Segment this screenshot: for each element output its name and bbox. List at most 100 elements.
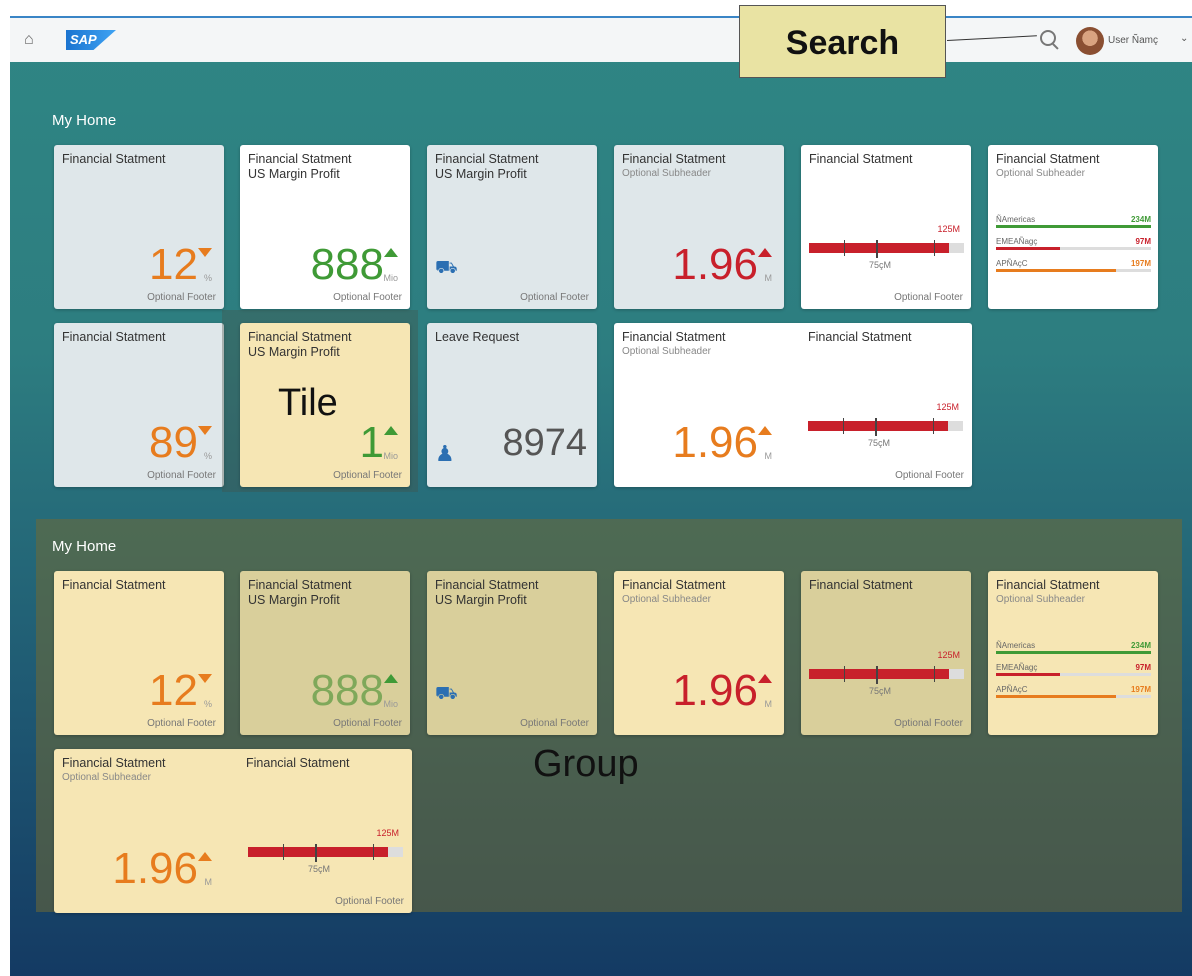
group-annotation: Group: [533, 743, 639, 785]
comparison-label: ÑAmericas: [996, 215, 1036, 224]
kpi-unit: Mio: [383, 451, 398, 461]
comparison-bar: [996, 225, 1151, 228]
tile-footer: Optional Footer: [147, 718, 216, 729]
home-icon[interactable]: ⌂: [24, 32, 40, 48]
bullet-bar: [808, 421, 948, 431]
comparison-row: APÑAçC 197M: [996, 685, 1151, 705]
bullet-marker: [876, 666, 878, 684]
tile-financial-g2-wide[interactable]: Financial Statment Optional Subheader Fi…: [54, 749, 412, 913]
tile-footer: Optional Footer: [520, 292, 589, 303]
bullet-chart: 125M 75çM: [809, 224, 964, 270]
kpi-value: 8974: [502, 422, 587, 464]
tile-header: Financial Statment: [809, 578, 913, 592]
tile-subheader: US Margin Profit: [248, 167, 340, 181]
bullet-chart: 125M 75çM: [248, 828, 403, 874]
sap-logo[interactable]: SAP: [66, 30, 116, 50]
bullet-actual-label: 75çM: [869, 686, 892, 696]
comparison-value: 97M: [1135, 237, 1151, 246]
bullet-actual-label: 75çM: [308, 864, 331, 874]
tile-financial-4[interactable]: Financial Statment Optional Subheader 1.…: [614, 145, 784, 309]
comparison-row: EMEAÑagç 97M: [996, 663, 1151, 683]
search-icon[interactable]: [1040, 30, 1056, 46]
tile-financial-g2-1[interactable]: Financial Statment 12 % Optional Footer: [54, 571, 224, 735]
user-name[interactable]: User Ñamç: [1108, 35, 1158, 46]
tile-footer: Optional Footer: [333, 718, 402, 729]
tile-footer: Optional Footer: [894, 292, 963, 303]
tile-financial-g2-6[interactable]: Financial Statment Optional Subheader ÑA…: [988, 571, 1158, 735]
tile-header: Financial Statment: [622, 330, 726, 344]
avatar[interactable]: [1076, 27, 1104, 55]
bullet-tick: [843, 418, 844, 434]
tile-financial-g2-2[interactable]: Financial Statment US Margin Profit 888 …: [240, 571, 410, 735]
trend-up-icon: [384, 674, 398, 683]
tile-header: Financial Statment: [622, 578, 726, 592]
trend-up-icon: [198, 852, 212, 861]
comparison-row: ÑAmericas 234M: [996, 215, 1151, 235]
kpi-unit: M: [764, 699, 773, 709]
bullet-target-label: 125M: [376, 828, 399, 838]
trend-up-icon: [758, 426, 772, 435]
comparison-label: EMEAÑagç: [996, 663, 1038, 672]
tile-footer: Optional Footer: [895, 470, 964, 481]
group-icon: ⛟: [435, 683, 458, 703]
tile-subheader: Optional Subheader: [622, 346, 711, 357]
trend-down-icon: [198, 248, 212, 257]
tile-financial-g2-3[interactable]: Financial Statment US Margin Profit ⛟ Op…: [427, 571, 597, 735]
tile-header-secondary: Financial Statment: [808, 330, 912, 344]
trend-up-icon: [384, 248, 398, 257]
kpi-unit: %: [203, 273, 212, 283]
kpi-value: 888: [310, 666, 384, 715]
kpi-unit: %: [203, 699, 212, 709]
bullet-bar: [809, 243, 949, 253]
comparison-label: ÑAmericas: [996, 641, 1036, 650]
comparison-label: APÑAçC: [996, 259, 1028, 268]
tile-financial-wide[interactable]: Financial Statment Optional Subheader Fi…: [614, 323, 972, 487]
leave-request-icon: ♟: [435, 441, 455, 466]
tile-financial-3[interactable]: Financial Statment US Margin Profit ⛟ Op…: [427, 145, 597, 309]
group-title: My Home: [52, 112, 117, 129]
bullet-chart: 125M 75çM: [808, 402, 963, 448]
tile-financial-5[interactable]: Financial Statment 125M 75çM Optional Fo…: [801, 145, 971, 309]
tile-subheader: Optional Subheader: [622, 594, 711, 605]
comparison-bar: [996, 695, 1116, 698]
search-annotation: Search: [739, 5, 946, 78]
kpi-value: 1.96: [672, 240, 758, 289]
tile-financial-g2-5[interactable]: Financial Statment 125M 75çM Optional Fo…: [801, 571, 971, 735]
tile-annotation: Tile: [278, 382, 338, 424]
tile-header: Financial Statment: [622, 152, 726, 166]
tile-footer: Optional Footer: [333, 292, 402, 303]
kpi-unit: M: [764, 273, 773, 283]
tile-header: Financial Statment: [62, 152, 166, 166]
tile-financial-1[interactable]: Financial Statment 12 % Optional Footer: [54, 145, 224, 309]
comparison-bar: [996, 651, 1151, 654]
tile-header: Leave Request: [435, 330, 520, 344]
bullet-chart: 125M 75çM: [809, 650, 964, 696]
kpi-unit: Mio: [383, 699, 398, 709]
kpi-unit: M: [204, 877, 213, 887]
tile-financial-g2-4[interactable]: Financial Statment Optional Subheader 1.…: [614, 571, 784, 735]
tile-financial-7[interactable]: Financial Statment 89 % Optional Footer: [54, 323, 224, 487]
tile-subheader: US Margin Profit: [248, 345, 340, 359]
tile-subheader: US Margin Profit: [435, 593, 527, 607]
tile-financial-2[interactable]: Financial Statment US Margin Profit 888 …: [240, 145, 410, 309]
tile-footer: Optional Footer: [520, 718, 589, 729]
bullet-marker: [876, 240, 878, 258]
chevron-down-icon[interactable]: ⌄: [1180, 33, 1188, 44]
kpi-value: 888: [310, 240, 384, 289]
bullet-marker: [875, 418, 877, 436]
tile-footer: Optional Footer: [894, 718, 963, 729]
bullet-tick: [283, 844, 284, 860]
tile-footer: Optional Footer: [147, 470, 216, 481]
tile-header: Financial Statment: [435, 152, 539, 166]
bullet-bar: [248, 847, 388, 857]
tile-header: Financial Statment: [62, 330, 166, 344]
comparison-value: 197M: [1130, 685, 1151, 694]
tile-header: Financial Statment: [996, 152, 1100, 166]
group-title: My Home: [52, 538, 117, 555]
kpi-value: 1.96: [672, 666, 758, 715]
tile-subheader: Optional Subheader: [62, 772, 151, 783]
tile-leave-request[interactable]: Leave Request ♟ 8974: [427, 323, 597, 487]
tile-financial-6[interactable]: Financial Statment Optional Subheader ÑA…: [988, 145, 1158, 309]
trend-up-icon: [758, 248, 772, 257]
kpi-value: 12: [149, 240, 198, 289]
